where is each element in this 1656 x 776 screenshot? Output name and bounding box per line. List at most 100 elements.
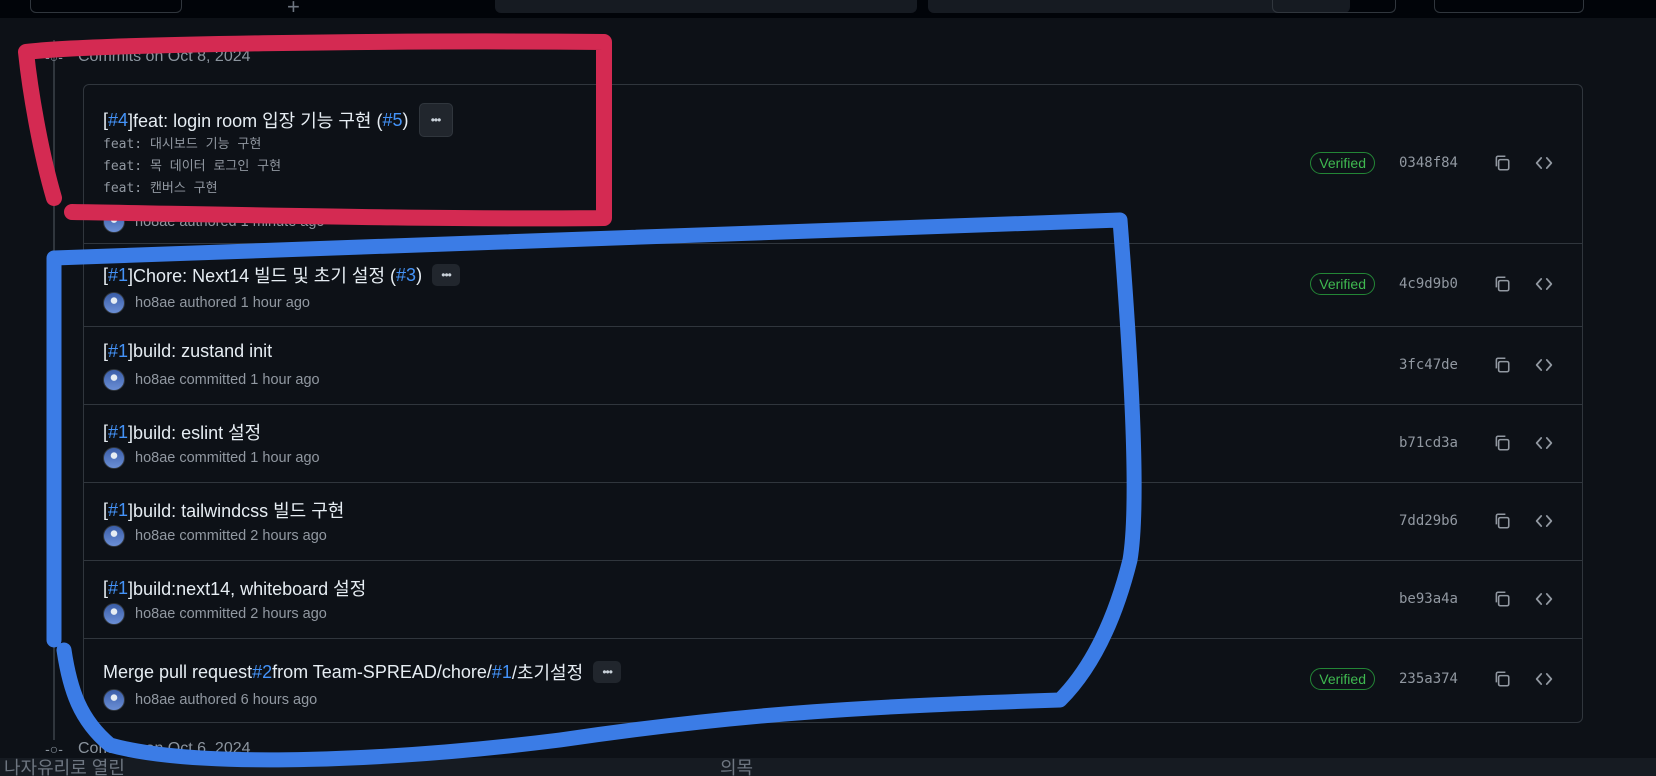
toolbar-button-left[interactable] [30, 0, 182, 13]
commit-sha[interactable]: 7dd29b6 [1399, 513, 1458, 529]
title-text: ]Chore: Next14 빌드 및 초기 설정 ( [128, 266, 397, 286]
pr-link[interactable]: #2 [252, 662, 272, 683]
verified-badge[interactable]: Verified [1310, 668, 1375, 690]
avatar[interactable] [103, 292, 125, 314]
commit-meta: ho8ae committed 2 hours ago [103, 603, 327, 625]
issue-link[interactable]: #1 [108, 500, 128, 521]
verified-badge[interactable]: Verified [1310, 273, 1375, 295]
author-name[interactable]: ho8ae [135, 692, 175, 708]
avatar[interactable] [103, 447, 125, 469]
copy-icon[interactable] [1488, 585, 1516, 613]
commit-action: committed [179, 606, 247, 622]
commit-time: 6 hours ago [240, 692, 318, 708]
commit-actions: 7dd29b6 [1399, 507, 1558, 535]
avatar[interactable] [103, 525, 125, 547]
commit-sha[interactable]: 4c9d9b0 [1399, 276, 1458, 292]
code-icon[interactable] [1530, 149, 1558, 177]
commit-actions: Verified 235a374 [1310, 665, 1558, 693]
commit-meta: ho8ae authored 1 minute ago [103, 211, 324, 233]
avatar[interactable] [103, 369, 125, 391]
title-text: ]build: tailwindcss 빌드 구현 [128, 501, 345, 521]
title-text: Merge pull request [103, 661, 253, 682]
commit-row: [#1]build:next14, whiteboard 설정 ho8ae co… [84, 560, 1582, 638]
commit-title[interactable]: [#1]build: zustand init [103, 341, 272, 362]
pr-link[interactable]: #5 [382, 110, 402, 131]
code-icon[interactable] [1530, 429, 1558, 457]
title-text: from Team-SPREAD/chore/ [272, 661, 492, 682]
code-icon[interactable] [1530, 351, 1558, 379]
commit-time: 1 minute ago [240, 214, 325, 230]
code-icon[interactable] [1530, 270, 1558, 298]
avatar[interactable] [103, 689, 125, 711]
avatar[interactable] [103, 211, 125, 233]
commit-time: 2 hours ago [250, 528, 327, 544]
commit-sha[interactable]: 0348f84 [1399, 155, 1458, 171]
toolbar-button-right-1[interactable] [1272, 0, 1396, 13]
commit-row: [#1]build: zustand init ho8ae committed … [84, 326, 1582, 404]
commit-title[interactable]: [#4]feat: login room 입장 기능 구현 (#5) ••• [103, 103, 453, 137]
commit-actions: Verified 4c9d9b0 [1310, 270, 1558, 298]
copy-icon[interactable] [1488, 351, 1516, 379]
copy-icon[interactable] [1488, 270, 1516, 298]
author-name[interactable]: ho8ae [135, 528, 175, 544]
code-icon[interactable] [1530, 665, 1558, 693]
commit-meta: ho8ae committed 2 hours ago [103, 525, 327, 547]
commit-title[interactable]: Merge pull request #2 from Team-SPREAD/c… [103, 659, 622, 685]
kebab-horizontal-icon[interactable]: ••• [593, 661, 622, 683]
issue-link[interactable]: #4 [108, 110, 128, 131]
copy-icon[interactable] [1488, 665, 1516, 693]
commit-group-header: -○- Commits on Oct 8, 2024 [40, 46, 250, 68]
code-icon[interactable] [1530, 507, 1558, 535]
title-text: ]feat: login room 입장 기능 구현 ( [128, 111, 383, 131]
issue-link[interactable]: #1 [108, 422, 128, 443]
commit-row: [#1]build: tailwindcss 빌드 구현 ho8ae commi… [84, 482, 1582, 560]
avatar[interactable] [103, 603, 125, 625]
commit-title[interactable]: [#1]build: eslint 설정 [103, 419, 261, 445]
commit-time: 2 hours ago [250, 606, 327, 622]
commit-action: committed [179, 450, 247, 466]
toolbar-button-right-2[interactable] [1434, 0, 1584, 13]
plus-icon[interactable]: + [287, 0, 300, 20]
author-name[interactable]: ho8ae [135, 606, 175, 622]
bottom-text: 의목 [720, 758, 754, 776]
code-icon[interactable] [1530, 585, 1558, 613]
issue-link[interactable]: #1 [492, 662, 512, 683]
commit-time: 1 hour ago [240, 295, 310, 311]
commit-action: committed [179, 528, 247, 544]
issue-link[interactable]: #1 [108, 578, 128, 599]
commit-meta: ho8ae committed 1 hour ago [103, 447, 320, 469]
issue-link[interactable]: #1 [108, 341, 128, 362]
title-text: ]build: zustand init [128, 341, 273, 361]
commit-action: authored [179, 214, 237, 230]
kebab-horizontal-icon[interactable]: ••• [418, 103, 453, 137]
commit-sha[interactable]: be93a4a [1399, 591, 1458, 607]
commit-action: authored [179, 295, 237, 311]
commit-title[interactable]: [#1]build:next14, whiteboard 설정 [103, 575, 366, 601]
commit-sha[interactable]: 3fc47de [1399, 357, 1458, 373]
commit-action: authored [179, 692, 237, 708]
commit-sha[interactable]: 235a374 [1399, 671, 1458, 687]
copy-icon[interactable] [1488, 429, 1516, 457]
commit-title[interactable]: [#1]build: tailwindcss 빌드 구현 [103, 497, 344, 523]
author-name[interactable]: ho8ae [135, 450, 175, 466]
commit-group-date: Commits on Oct 6, 2024 [78, 740, 251, 757]
commit-list: [#4]feat: login room 입장 기능 구현 (#5) ••• f… [83, 84, 1583, 723]
toolbar-search[interactable] [495, 0, 917, 13]
kebab-horizontal-icon[interactable]: ••• [432, 264, 461, 286]
pr-link[interactable]: #3 [396, 265, 416, 286]
author-name[interactable]: ho8ae [135, 214, 175, 230]
commit-actions: Verified 0348f84 [1310, 149, 1558, 177]
title-text: ) [416, 264, 423, 285]
author-name[interactable]: ho8ae [135, 372, 175, 388]
commit-row: Merge pull request #2 from Team-SPREAD/c… [84, 638, 1582, 722]
author-name[interactable]: ho8ae [135, 295, 175, 311]
commit-title[interactable]: [#1]Chore: Next14 빌드 및 초기 설정 (#3) ••• [103, 262, 461, 288]
commit-meta: ho8ae committed 1 hour ago [103, 369, 320, 391]
commit-description: feat: 대시보드 기능 구현 feat: 목 데이터 로그인 구현 feat… [103, 134, 281, 200]
copy-icon[interactable] [1488, 149, 1516, 177]
copy-icon[interactable] [1488, 507, 1516, 535]
issue-link[interactable]: #1 [108, 265, 128, 286]
verified-badge[interactable]: Verified [1310, 152, 1375, 174]
commit-sha[interactable]: b71cd3a [1399, 435, 1458, 451]
commit-time: 1 hour ago [250, 372, 320, 388]
